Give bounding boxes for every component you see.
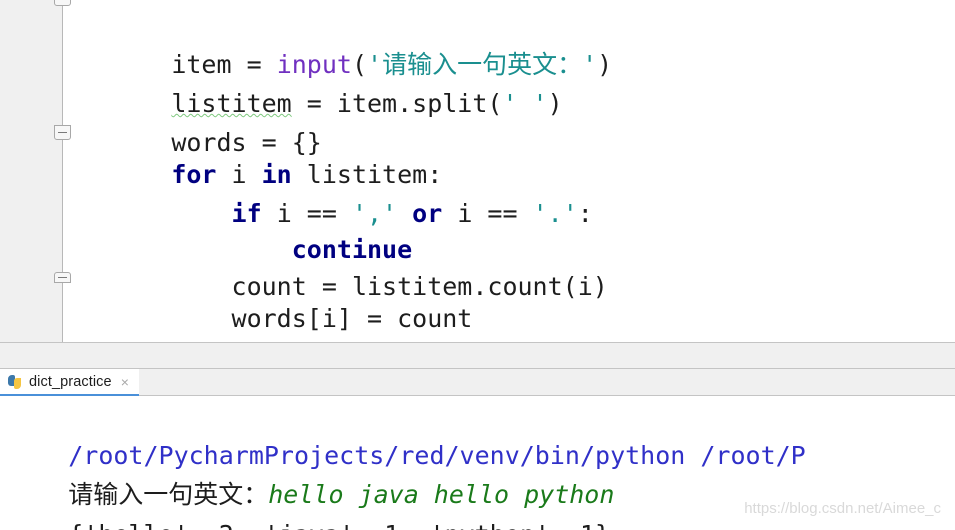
editor-gutter (0, 0, 63, 342)
code-line-2[interactable]: listitem = item.split(' ') (81, 45, 562, 118)
token-paren: ) (547, 89, 563, 118)
token-string-period: '.' (532, 199, 578, 228)
python-file-icon (8, 374, 22, 389)
console-output-text: {'hello': 2, 'java': 1, 'python': 1} (68, 520, 610, 530)
editor-console-splitter[interactable] (0, 342, 955, 369)
console-tab-bar: dict_practice × (0, 369, 955, 396)
token-keyword-or: or (412, 199, 443, 228)
code-line-4[interactable]: for i in listitem: (81, 116, 442, 189)
tab-label: dict_practice (29, 373, 112, 390)
token-colon: : (577, 199, 593, 228)
code-line-9[interactable]: print(words) (81, 297, 352, 342)
token-string-space: ' ' (502, 89, 548, 118)
tab-dict-practice[interactable]: dict_practice × (0, 369, 139, 396)
console-line-output: {'hello': 2, 'java': 1, 'python': 1} (8, 475, 610, 530)
token-assign-split: = item.split( (291, 89, 503, 118)
token-paren: ) (597, 50, 613, 79)
code-lines: item = input('请输入一句英文：') listitem = item… (63, 0, 955, 342)
token-cond-right: i == (442, 199, 533, 228)
close-icon[interactable]: × (121, 375, 129, 389)
code-line-8[interactable]: words[i] = count (81, 260, 473, 333)
console-line-prompt: 请输入一句英文：hello java hello python (8, 435, 614, 509)
code-editor[interactable]: item = input('请输入一句英文：') listitem = item… (0, 0, 955, 342)
code-line-1[interactable]: item = input('请输入一句英文：') (81, 6, 612, 79)
code-line-6[interactable]: continue (81, 191, 412, 264)
console-line-command: /root/PycharmProjects/red/venv/bin/pytho… (8, 396, 806, 470)
code-line-5[interactable]: if i == ',' or i == '.': (81, 155, 593, 228)
watermark: https://blog.csdn.net/Aimee_c (744, 500, 941, 517)
